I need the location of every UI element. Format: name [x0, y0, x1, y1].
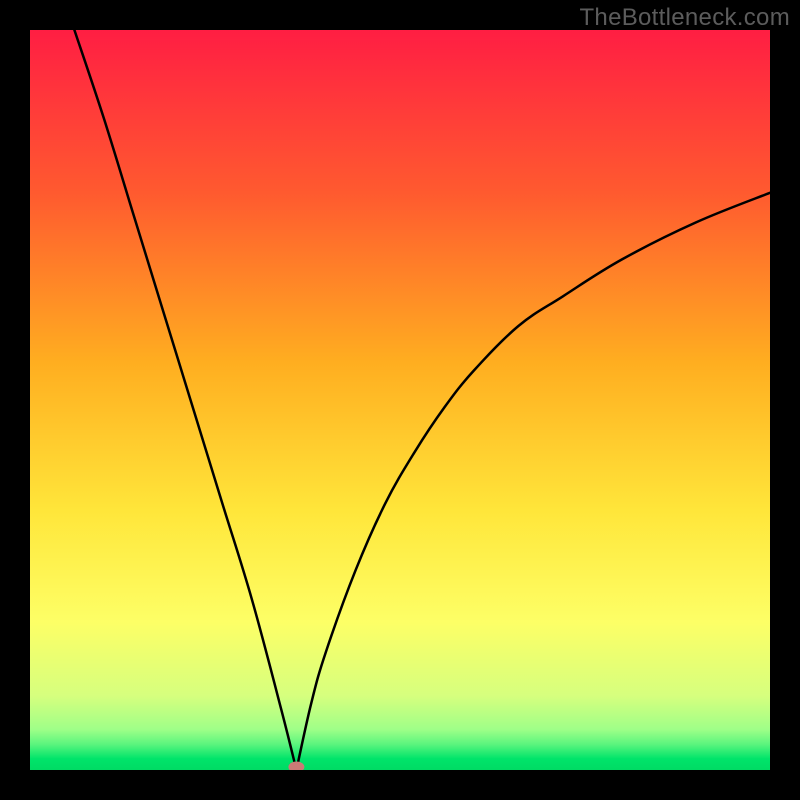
watermark-text: TheBottleneck.com — [579, 4, 790, 32]
gradient-rect — [30, 30, 770, 770]
plot-svg — [30, 30, 770, 770]
plot-area — [30, 30, 770, 770]
chart-frame: TheBottleneck.com — [0, 0, 800, 800]
